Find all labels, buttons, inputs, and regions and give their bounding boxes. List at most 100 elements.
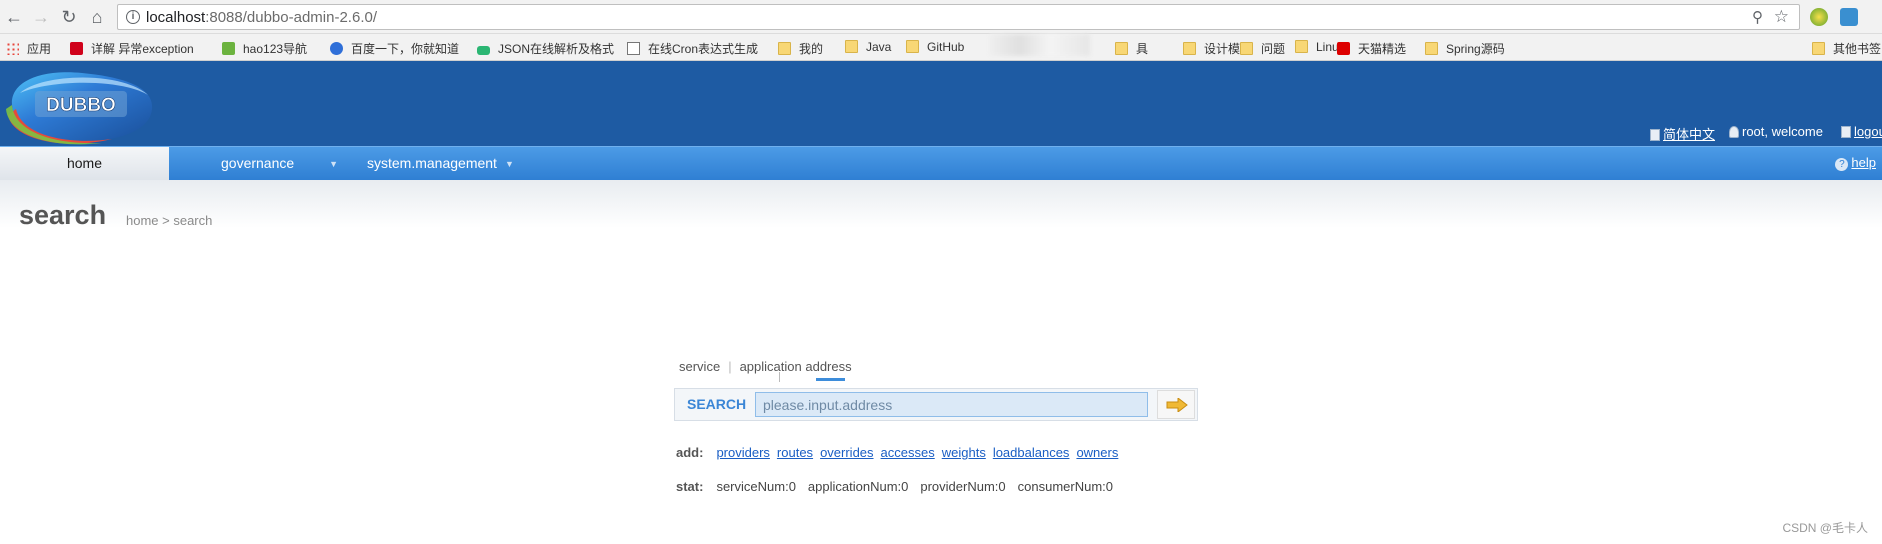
tab-marker — [779, 372, 780, 382]
logout-label[interactable]: logout — [1854, 124, 1882, 139]
user-icon — [1729, 126, 1739, 138]
url-host: localhost — [146, 9, 206, 26]
bookmark-label: hao123导航 — [243, 42, 308, 56]
stat-label: stat: — [676, 479, 704, 494]
folder-icon — [1240, 42, 1253, 55]
document-icon — [1650, 129, 1660, 141]
help-label[interactable]: help — [1851, 155, 1876, 170]
blurred-region — [990, 34, 1090, 56]
zoom-icon[interactable]: ⚲ — [1752, 8, 1763, 26]
back-icon[interactable]: ← — [3, 6, 25, 28]
search-button[interactable] — [1157, 390, 1195, 419]
add-links: add: providers routes overrides accesses weig… — [676, 445, 1125, 460]
extension-icon[interactable] — [1810, 8, 1828, 26]
folder-icon — [1425, 42, 1438, 55]
bookmark-item[interactable]: 其他书签 — [1812, 40, 1881, 57]
bookmark-label: 在线Cron表达式生成 — [648, 42, 759, 56]
bookmark-item[interactable]: 应用 — [6, 40, 51, 57]
hao123-icon — [222, 42, 235, 55]
add-link-routes[interactable]: routes — [777, 445, 813, 460]
stat-item: providerNum:0 — [920, 479, 1006, 494]
app-header — [0, 61, 1882, 146]
bookmark-label: GitHub — [927, 40, 965, 54]
bookmark-item[interactable]: 我的 — [778, 40, 823, 57]
bookmark-item[interactable]: Spring源码 — [1425, 40, 1505, 57]
menu-governance[interactable]: governance ▼ — [221, 147, 338, 180]
info-icon[interactable]: i — [126, 10, 140, 24]
menu-home[interactable]: home — [0, 147, 169, 180]
title-band — [0, 180, 1882, 228]
help-link[interactable]: ? help — [1835, 147, 1876, 179]
logo-text: DUBBO — [46, 95, 116, 116]
user-info: root, welcome — [1729, 124, 1823, 139]
add-label: add: — [676, 445, 704, 460]
bookmark-label: 应用 — [27, 42, 52, 56]
add-link-accesses[interactable]: accesses — [881, 445, 935, 460]
add-link-overrides[interactable]: overrides — [820, 445, 873, 460]
c-red-icon — [70, 42, 83, 55]
search-input[interactable] — [755, 392, 1148, 417]
forward-icon[interactable]: → — [30, 6, 52, 28]
apps-icon — [6, 42, 19, 55]
watermark: CSDN @毛卡人 — [1782, 521, 1868, 535]
caret-down-icon: ▼ — [504, 159, 514, 169]
add-link-weights[interactable]: weights — [942, 445, 986, 460]
dubbo-logo[interactable]: DUBBO — [2, 65, 156, 145]
bookmark-label: 其他书签 — [1833, 42, 1882, 56]
url-path: :8088/dubbo-admin-2.6.0/ — [205, 9, 377, 26]
url-text[interactable]: localhost:8088/dubbo-admin-2.6.0/ — [146, 9, 377, 26]
bookmark-item[interactable]: 天猫精选 — [1337, 40, 1406, 57]
add-link-providers[interactable]: providers — [716, 445, 769, 460]
bookmark-label: 问题 — [1261, 42, 1286, 56]
add-link-owners[interactable]: owners — [1076, 445, 1118, 460]
baidu-paw-icon — [330, 42, 343, 55]
language-link[interactable]: 简体中文 — [1650, 124, 1715, 143]
bookmark-item[interactable]: 在线Cron表达式生成 — [627, 40, 758, 57]
bookmark-item[interactable]: hao123导航 — [222, 40, 307, 57]
tab-address[interactable]: address — [805, 359, 851, 374]
user-welcome: root, welcome — [1742, 124, 1823, 139]
bookmark-label: 百度一下，你就知道 — [351, 42, 460, 56]
arrow-right-icon — [1166, 398, 1188, 412]
browser-toolbar: ← → ↻ ⌂ i localhost:8088/dubbo-admin-2.6… — [0, 0, 1882, 34]
language-label[interactable]: 简体中文 — [1663, 127, 1715, 142]
bookmark-item[interactable]: 详解 异常exception — [70, 40, 194, 57]
bookmark-label: JSON在线解析及格式 — [498, 42, 615, 56]
bookmark-item[interactable]: 具 — [1115, 40, 1148, 57]
bookmark-item[interactable]: Java — [845, 40, 891, 54]
active-tab-indicator — [816, 378, 845, 381]
tab-service[interactable]: service — [679, 359, 720, 374]
folder-icon — [778, 42, 791, 55]
bookmark-item[interactable]: JSON在线解析及格式 — [477, 40, 614, 57]
stat-item: serviceNum:0 — [716, 479, 796, 494]
home-icon[interactable]: ⌂ — [86, 6, 108, 28]
caret-down-icon: ▼ — [329, 159, 339, 169]
stat-item: applicationNum:0 — [807, 479, 909, 494]
menu-system-management[interactable]: system.management ▼ — [367, 147, 514, 180]
bookmarks-bar: 应用 详解 异常exception hao123导航 百度一下，你就知道 JSON在线解… — [0, 34, 1882, 61]
add-link-loadbalances[interactable]: loadbalances — [993, 445, 1070, 460]
folder-icon — [1295, 40, 1308, 53]
tab-application[interactable]: application — [740, 359, 802, 374]
bookmark-item[interactable]: 百度一下，你就知道 — [330, 40, 459, 57]
folder-icon — [845, 40, 858, 53]
breadcrumb: home > search — [126, 213, 213, 228]
logout-link[interactable]: logout — [1841, 124, 1882, 139]
json-icon — [477, 46, 490, 55]
menu-governance-label: governance — [221, 155, 295, 171]
search-label: SEARCH — [687, 396, 747, 412]
extension-icon-2[interactable] — [1840, 8, 1858, 26]
bookmark-item[interactable]: 问题 — [1240, 40, 1285, 57]
bookmark-label: Spring源码 — [1446, 42, 1505, 56]
tab-separator: | — [728, 359, 732, 374]
folder-icon — [1812, 42, 1825, 55]
star-icon[interactable]: ☆ — [1774, 7, 1789, 27]
address-bar[interactable]: i localhost:8088/dubbo-admin-2.6.0/ ⚲ ☆ — [117, 4, 1800, 30]
bookmark-label: 具 — [1136, 42, 1149, 56]
page-icon — [627, 42, 640, 55]
menu-system-label: system.management — [367, 155, 497, 171]
bookmark-item[interactable]: GitHub — [906, 40, 964, 54]
reload-icon[interactable]: ↻ — [58, 6, 80, 28]
tmall-icon — [1337, 42, 1350, 55]
stat-item: consumerNum:0 — [1017, 479, 1114, 494]
